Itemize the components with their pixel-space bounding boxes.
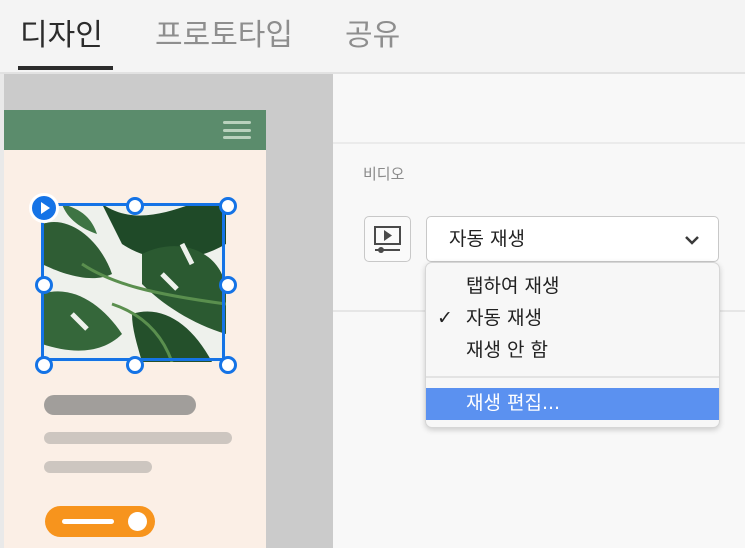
placeholder-heading — [44, 395, 196, 415]
checkmark-icon: ✓ — [437, 307, 453, 329]
menu-separator — [426, 376, 719, 378]
menu-item-edit-playback[interactable]: 재생 편집... — [426, 388, 719, 420]
resize-handle-right[interactable] — [219, 276, 237, 294]
placeholder-text-line — [44, 432, 232, 444]
cta-dot — [128, 512, 147, 531]
cta-button[interactable] — [45, 506, 155, 537]
panel-divider — [333, 142, 745, 144]
menu-item-autoplay[interactable]: ✓ 자동 재생 — [426, 303, 719, 335]
video-playback-button[interactable] — [364, 216, 411, 262]
playback-dropdown-menu: 탭하여 재생 ✓ 자동 재생 재생 안 함 재생 편집... — [425, 262, 720, 428]
artboard-header — [4, 110, 266, 150]
tab-prototype[interactable]: 프로토타입 — [155, 18, 293, 54]
play-icon[interactable] — [29, 193, 59, 223]
resize-handle-bottom-right[interactable] — [219, 356, 237, 374]
resize-handle-bottom[interactable] — [126, 356, 144, 374]
selection-border — [41, 203, 225, 361]
video-playback-icon — [374, 226, 401, 253]
resize-handle-left[interactable] — [35, 276, 53, 294]
tab-design[interactable]: 디자인 — [20, 18, 103, 54]
resize-handle-bottom-left[interactable] — [35, 356, 53, 374]
tab-share[interactable]: 공유 — [345, 18, 400, 54]
chevron-down-icon — [685, 236, 699, 245]
placeholder-text-line — [44, 461, 152, 473]
hamburger-menu-icon — [223, 121, 251, 139]
resize-handle-top[interactable] — [126, 197, 144, 215]
mode-tab-bar: 디자인 프로토타입 공유 — [0, 0, 745, 72]
active-tab-indicator — [18, 66, 113, 70]
resize-handle-top-right[interactable] — [219, 197, 237, 215]
menu-item-no-play[interactable]: 재생 안 함 — [426, 335, 719, 367]
menu-item-tap-to-play[interactable]: 탭하여 재생 — [426, 271, 719, 303]
playback-select-value: 자동 재생 — [449, 228, 525, 250]
playback-select[interactable]: 자동 재생 — [426, 216, 719, 262]
cta-label-placeholder — [62, 519, 114, 524]
video-section-label: 비디오 — [363, 165, 405, 183]
